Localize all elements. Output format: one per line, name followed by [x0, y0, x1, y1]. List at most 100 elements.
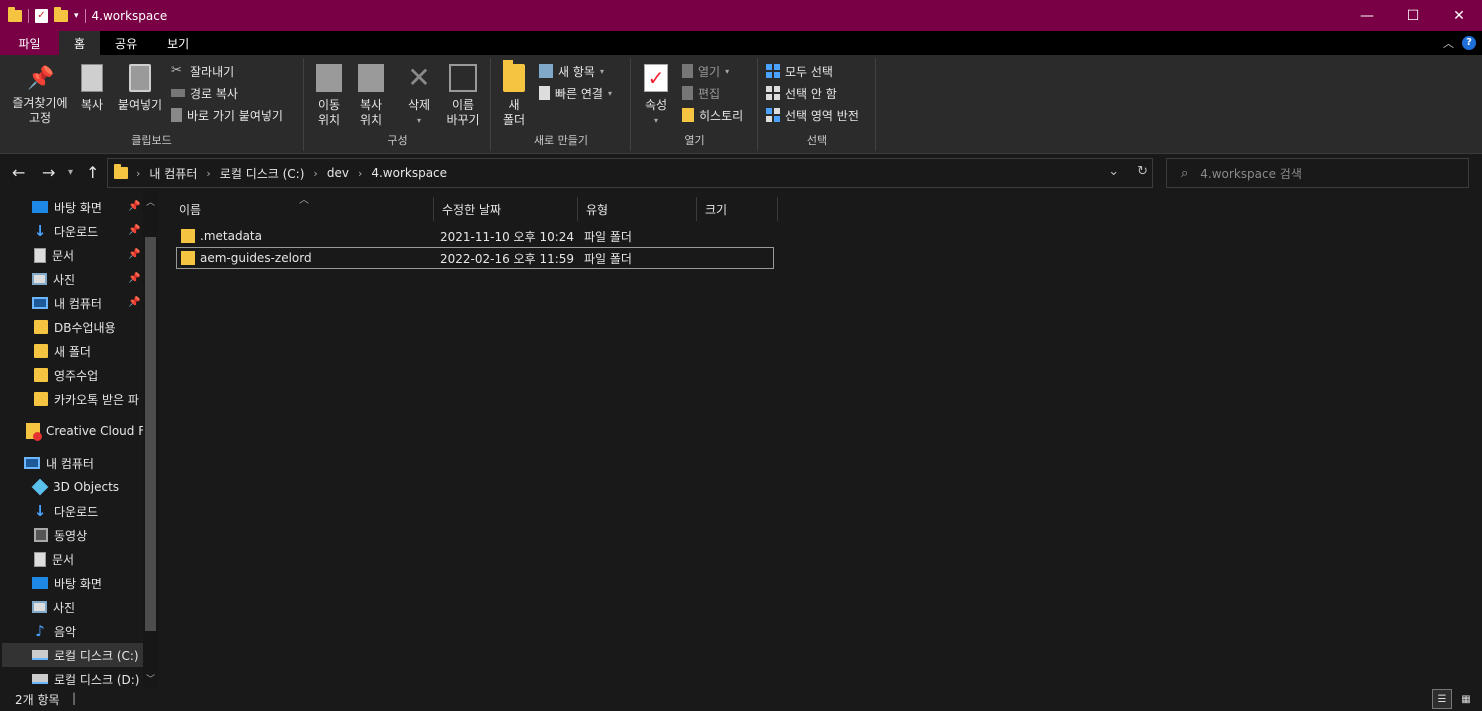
nav-item-local-disk-c[interactable]: 로컬 디스크 (C:): [2, 643, 143, 667]
column-header-name[interactable]: 이름: [171, 197, 434, 221]
column-header-type[interactable]: 유형: [578, 197, 697, 221]
paste-shortcut-button[interactable]: 바로 가기 붙여넣기: [171, 105, 283, 125]
drive-icon: [32, 650, 48, 660]
collapse-ribbon-icon[interactable]: ︿: [1443, 35, 1454, 51]
nav-item-3d-objects[interactable]: 3D Objects: [31, 475, 120, 499]
folder-icon: [8, 6, 22, 22]
copy-icon: [76, 64, 103, 92]
new-folder-icon[interactable]: [54, 6, 68, 22]
breadcrumb-item[interactable]: 내 컴퓨터: [149, 165, 197, 182]
pin-icon: 📌: [128, 297, 141, 308]
copy-button[interactable]: 복사: [76, 64, 108, 113]
nav-item-pictures[interactable]: 사진: [32, 595, 75, 619]
nav-item-desktop[interactable]: 바탕 화면: [32, 571, 102, 595]
scroll-thumb[interactable]: [145, 237, 156, 631]
invert-selection-button[interactable]: 선택 영역 반전: [766, 105, 859, 125]
select-none-button[interactable]: 선택 안 함: [766, 83, 837, 103]
history-button[interactable]: 히스토리: [682, 105, 743, 125]
tab-view[interactable]: 보기: [152, 31, 204, 55]
chevron-right-icon[interactable]: ›: [313, 167, 317, 180]
nav-item-label: 로컬 디스크 (D:): [54, 672, 140, 687]
recent-locations-icon[interactable]: ▾: [68, 167, 73, 178]
nav-item-folder[interactable]: 카카오톡 받은 파: [34, 387, 139, 411]
nav-item-label: DB수업내용: [54, 320, 116, 335]
details-view-icon[interactable]: ☰: [1432, 689, 1452, 709]
nav-item-downloads[interactable]: ↓ 다운로드: [32, 499, 98, 523]
tab-share[interactable]: 공유: [100, 31, 152, 55]
close-button[interactable]: ✕: [1436, 0, 1482, 31]
new-item-button[interactable]: 새 항목 ▾: [539, 61, 604, 81]
nav-scrollbar[interactable]: ︿ ﹀: [143, 191, 158, 687]
new-folder-button[interactable]: 새 폴더: [498, 60, 530, 128]
chevron-right-icon[interactable]: ›: [136, 167, 140, 180]
easy-access-label: 빠른 연결: [555, 86, 603, 101]
tab-home[interactable]: 홈: [59, 31, 101, 55]
nav-item-this-pc[interactable]: 내 컴퓨터: [32, 291, 102, 315]
address-bar[interactable]: › 내 컴퓨터 › 로컬 디스크 (C:) › dev › 4.workspac…: [107, 158, 1153, 188]
scroll-down-icon[interactable]: ﹀: [146, 672, 155, 685]
chevron-right-icon[interactable]: ›: [358, 167, 362, 180]
nav-item-this-pc-root[interactable]: 내 컴퓨터: [24, 451, 94, 475]
nav-item-documents[interactable]: 문서: [34, 243, 74, 267]
delete-button[interactable]: ✕ 삭제 ▾: [403, 64, 435, 128]
breadcrumb-item[interactable]: 4.workspace: [371, 166, 447, 180]
move-to-button[interactable]: 이동 위치: [311, 64, 347, 128]
nav-item-documents[interactable]: 문서: [34, 547, 74, 571]
drive-icon: [32, 674, 48, 684]
pin-to-quick-access-button[interactable]: 📌 즐겨찾기에 고정: [6, 64, 74, 126]
select-all-icon: [766, 64, 780, 78]
cut-button[interactable]: ✂ 잘라내기: [171, 61, 234, 81]
select-all-button[interactable]: 모두 선택: [766, 61, 833, 81]
nav-item-desktop[interactable]: 바탕 화면: [32, 195, 102, 219]
rename-button[interactable]: 이름 바꾸기: [443, 64, 483, 128]
tab-file[interactable]: 파일: [0, 31, 59, 55]
ribbon-options: ︿ ?: [1443, 35, 1476, 51]
copy-path-button[interactable]: 경로 복사: [171, 83, 238, 103]
chevron-right-icon[interactable]: ›: [206, 167, 210, 180]
move-to-label: 이동 위치: [317, 98, 341, 127]
nav-item-label: 3D Objects: [53, 480, 120, 494]
column-header-modified[interactable]: 수정한 날짜: [434, 197, 578, 221]
search-box[interactable]: ⌕ 4.workspace 검색: [1166, 158, 1469, 188]
breadcrumb-item[interactable]: dev: [327, 166, 349, 180]
minimize-button[interactable]: —: [1344, 0, 1390, 31]
nav-item-folder[interactable]: 영주수업: [34, 363, 98, 387]
scroll-up-icon[interactable]: ︿: [146, 195, 155, 208]
nav-item-downloads[interactable]: ↓ 다운로드: [32, 219, 98, 243]
copy-to-button[interactable]: 복사 위치: [353, 64, 389, 128]
paste-button[interactable]: 붙여넣기: [114, 64, 166, 113]
table-row[interactable]: .metadata 2021-11-10 오후 10:24 파일 폴더: [176, 225, 774, 247]
nav-item-music[interactable]: ♪ 음악: [32, 619, 76, 643]
breadcrumb-item[interactable]: 로컬 디스크 (C:): [220, 165, 305, 182]
select-group: 모두 선택 선택 안 함 선택 영역 반전 선택: [759, 58, 876, 151]
nav-item-videos[interactable]: 동영상: [34, 523, 87, 547]
refresh-icon[interactable]: ↻: [1137, 164, 1148, 179]
nav-item-folder[interactable]: DB수업내용: [34, 315, 116, 339]
computer-icon: [24, 457, 40, 469]
nav-item-folder[interactable]: 새 폴더: [34, 339, 91, 363]
table-row[interactable]: aem-guides-zelord 2022-02-16 오후 11:59 파일…: [176, 247, 774, 269]
pin-icon: 📌: [128, 249, 141, 260]
open-group-label: 열기: [684, 134, 705, 147]
large-icons-view-icon[interactable]: ▦: [1456, 689, 1476, 709]
forward-arrow-icon[interactable]: →: [42, 163, 55, 182]
back-arrow-icon[interactable]: ←: [12, 163, 25, 182]
properties-label: 속성: [644, 98, 668, 112]
nav-item-pictures[interactable]: 사진: [32, 267, 75, 291]
customize-toolbar-icon[interactable]: ▾: [74, 11, 79, 21]
column-header-size[interactable]: 크기: [697, 197, 778, 221]
easy-access-button[interactable]: 빠른 연결 ▾: [539, 83, 612, 103]
quick-access-toolbar: ✓ ▾: [0, 0, 86, 31]
open-button[interactable]: 열기 ▾: [682, 61, 729, 81]
nav-item-creative-cloud[interactable]: Creative Cloud Fil: [26, 419, 151, 443]
pictures-icon: [32, 601, 47, 613]
help-icon[interactable]: ?: [1462, 36, 1476, 50]
up-arrow-icon[interactable]: ↑: [86, 163, 99, 182]
properties-button[interactable]: ✓ 속성 ▾: [638, 64, 674, 128]
maximize-button[interactable]: ☐: [1390, 0, 1436, 31]
edit-button[interactable]: 편집: [682, 83, 720, 103]
window-controls: — ☐ ✕: [1344, 0, 1482, 31]
properties-icon[interactable]: ✓: [35, 8, 48, 23]
nav-item-local-disk-d[interactable]: 로컬 디스크 (D:): [32, 667, 139, 687]
address-history-chevron-icon[interactable]: ⌄: [1108, 164, 1119, 179]
